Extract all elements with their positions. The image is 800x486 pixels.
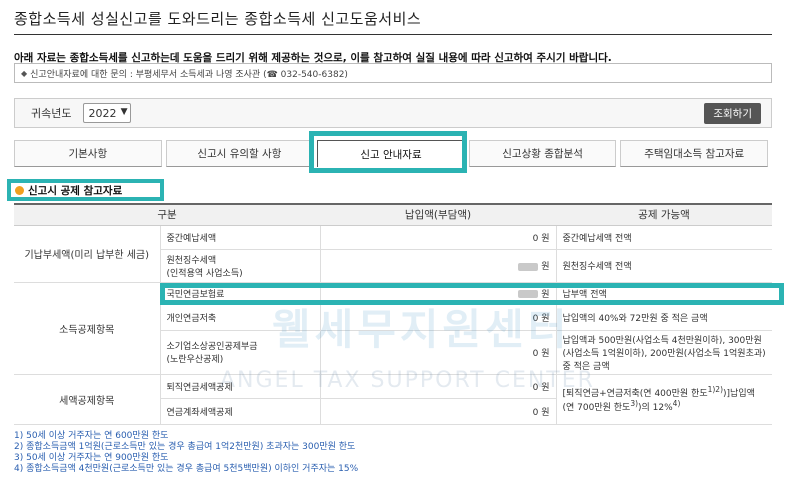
deductible-cell: 납부액 전액 — [556, 282, 772, 305]
chevron-down-icon: ▼ — [120, 107, 128, 117]
table-row: 세액공제항목 퇴직연금세액공제 0 원 [퇴직연금+연금저축(연 400만원 한… — [14, 374, 772, 425]
table-header-row: 구분 납입액(부담액) 공제 가능액 — [14, 203, 772, 226]
contact-box: ◆ 신고안내자료에 대한 문의 : 부평세무서 소득세과 나영 조사관 (☎ 0… — [14, 63, 772, 83]
item-label: 개인연금저축 — [160, 304, 321, 331]
deductible-cell: 중간예납세액 전액 — [556, 225, 772, 250]
table-row: 소득공제항목 국민연금보험료 원 납부액 전액 — [14, 282, 772, 375]
tab-filing-cautions[interactable]: 신고시 유의할 사항 — [165, 140, 314, 167]
group-prepaid-tax: 기납부세액(미리 납부한 세금) — [14, 225, 161, 283]
redacted-value — [518, 262, 539, 271]
amount-cell: 원 — [320, 249, 557, 283]
item-label: 원천징수세액 (인적용역 사업소득) — [160, 249, 321, 283]
item-label: 소기업소상공인공제부금 (노란우산공제) — [160, 330, 321, 375]
page-title: 종합소득세 성실신고를 도와드리는 종합소득세 신고도움서비스 — [14, 10, 422, 28]
deductible-cell: 원천징수세액 전액 — [556, 249, 772, 283]
contact-text: 신고안내자료에 대한 문의 : 부평세무서 소득세과 나영 조사관 (☎ 032… — [30, 69, 348, 80]
tab-rental-income[interactable]: 주택임대소득 참고자료 — [620, 140, 768, 167]
header-category: 구분 — [14, 203, 320, 226]
header-amount: 납입액(부담액) — [320, 203, 556, 226]
footnote: 2) 종합소득금액 1억원(근로소득만 있는 경우 총급여 1억2천만원) 초과… — [14, 442, 356, 452]
amount-cell: 0 원 — [320, 304, 557, 331]
year-select[interactable]: 2022 ▼ — [83, 103, 132, 123]
deductible-cell: 납입액의 40%와 72만원 중 적은 금액 — [556, 304, 772, 331]
item-label: 중간예납세액 — [160, 225, 321, 250]
year-filter-panel: 귀속년도 2022 ▼ 조회하기 — [14, 98, 772, 128]
tab-filing-analysis[interactable]: 신고상황 종합분석 — [468, 140, 617, 167]
section-title: 신고시 공제 참고자료 — [7, 179, 164, 201]
year-select-value: 2022 — [88, 106, 117, 120]
deductible-cell: [퇴직연금+연금저축(연 400만원 한도1)2))]납입액 (연 700만원 … — [556, 374, 772, 425]
search-button[interactable]: 조회하기 — [704, 103, 761, 124]
item-label: 퇴직연금세액공제 — [160, 374, 321, 399]
footnotes: 1) 50세 이상 거주자는 연 600만원 한도 2) 종합소득금액 1억원(… — [14, 431, 358, 475]
title-divider — [14, 34, 772, 35]
diamond-icon: ◆ — [21, 68, 28, 78]
table-row: 기납부세액(미리 납부한 세금) 중간예납세액 0 원 중간예납세액 전액 — [14, 225, 772, 283]
year-label: 귀속년도 — [31, 107, 72, 120]
amount-cell: 0 원 — [320, 374, 557, 399]
footnote: 1) 50세 이상 거주자는 연 600만원 한도 — [14, 431, 169, 441]
footnote: 4) 종합소득금액 4천만원(근로소득만 있는 경우 총급여 5천5백만원) 이… — [14, 464, 359, 474]
tab-basic-info[interactable]: 기본사항 — [14, 140, 162, 167]
item-label: 국민연금보험료 — [160, 282, 321, 305]
amount-cell: 0 원 — [320, 398, 557, 425]
redacted-value — [518, 290, 539, 298]
section-title-text: 신고시 공제 참고자료 — [28, 184, 123, 197]
amount-cell: 0 원 — [320, 225, 557, 250]
group-income-deduction: 소득공제항목 — [14, 282, 161, 375]
group-tax-credit: 세액공제항목 — [14, 374, 161, 425]
amount-cell: 0 원 — [320, 330, 557, 375]
item-label: 연금계좌세액공제 — [160, 398, 321, 425]
tab-bar: 기본사항 신고시 유의할 사항 신고 안내자료 신고상황 종합분석 주택임대소득… — [14, 140, 768, 167]
bullet-icon — [15, 185, 24, 195]
deduction-table: 구분 납입액(부담액) 공제 가능액 기납부세액(미리 납부한 세금) 중간예납… — [14, 203, 772, 425]
amount-cell: 원 — [320, 282, 557, 305]
footnote: 3) 50세 이상 거주자는 연 900만원 한도 — [14, 453, 169, 463]
header-deductible: 공제 가능액 — [556, 203, 772, 226]
deductible-cell: 납입액과 500만원(사업소득 4천만원이하), 300만원(사업소득 1억원이… — [556, 330, 772, 375]
tab-filing-guide[interactable]: 신고 안내자료 — [317, 140, 465, 167]
